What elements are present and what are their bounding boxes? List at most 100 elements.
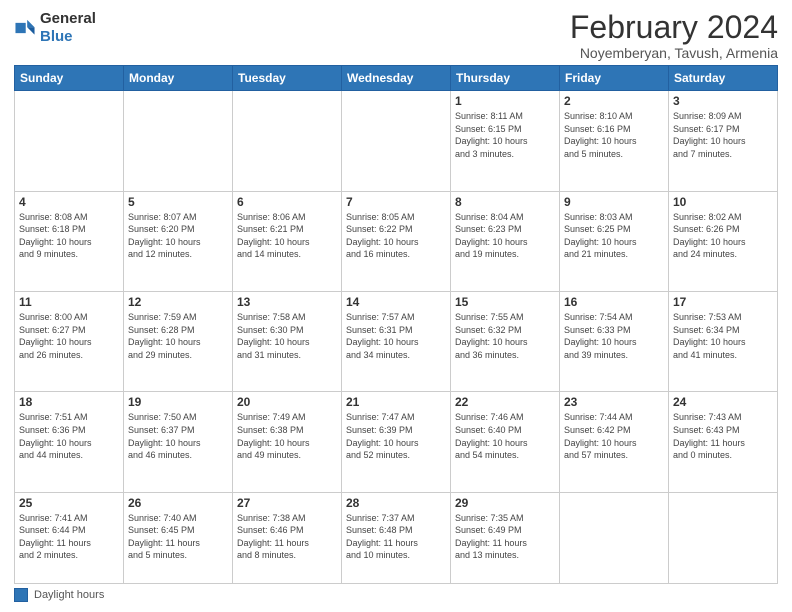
calendar-cell: 9 Sunrise: 8:03 AM Sunset: 6:25 PM Daylig… <box>560 191 669 291</box>
header-wednesday: Wednesday <box>342 66 451 91</box>
calendar-cell: 4 Sunrise: 8:08 AM Sunset: 6:18 PM Daylig… <box>15 191 124 291</box>
legend-box <box>14 588 28 602</box>
main-title: February 2024 <box>570 10 778 45</box>
day-number: 7 <box>346 195 446 209</box>
day-info: Sunrise: 7:49 AM Sunset: 6:38 PM Dayligh… <box>237 411 337 461</box>
day-info: Sunrise: 7:46 AM Sunset: 6:40 PM Dayligh… <box>455 411 555 461</box>
calendar-cell: 18 Sunrise: 7:51 AM Sunset: 6:36 PM Dayli… <box>15 392 124 492</box>
day-info: Sunrise: 7:54 AM Sunset: 6:33 PM Dayligh… <box>564 311 664 361</box>
day-info: Sunrise: 7:38 AM Sunset: 6:46 PM Dayligh… <box>237 512 337 562</box>
calendar-cell: 20 Sunrise: 7:49 AM Sunset: 6:38 PM Dayli… <box>233 392 342 492</box>
day-number: 23 <box>564 395 664 409</box>
day-number: 15 <box>455 295 555 309</box>
day-number: 29 <box>455 496 555 510</box>
calendar-cell: 21 Sunrise: 7:47 AM Sunset: 6:39 PM Dayli… <box>342 392 451 492</box>
day-number: 22 <box>455 395 555 409</box>
day-info: Sunrise: 7:51 AM Sunset: 6:36 PM Dayligh… <box>19 411 119 461</box>
day-number: 14 <box>346 295 446 309</box>
calendar-week-0: 1 Sunrise: 8:11 AM Sunset: 6:15 PM Daylig… <box>15 91 778 191</box>
day-info: Sunrise: 7:57 AM Sunset: 6:31 PM Dayligh… <box>346 311 446 361</box>
logo-text: GeneralBlue <box>40 10 96 46</box>
day-number: 11 <box>19 295 119 309</box>
day-info: Sunrise: 7:59 AM Sunset: 6:28 PM Dayligh… <box>128 311 228 361</box>
day-number: 20 <box>237 395 337 409</box>
calendar-cell: 5 Sunrise: 8:07 AM Sunset: 6:20 PM Daylig… <box>124 191 233 291</box>
day-number: 19 <box>128 395 228 409</box>
calendar-cell <box>560 492 669 583</box>
day-info: Sunrise: 8:07 AM Sunset: 6:20 PM Dayligh… <box>128 211 228 261</box>
calendar-cell: 6 Sunrise: 8:06 AM Sunset: 6:21 PM Daylig… <box>233 191 342 291</box>
day-number: 24 <box>673 395 773 409</box>
calendar-cell: 15 Sunrise: 7:55 AM Sunset: 6:32 PM Dayli… <box>451 291 560 391</box>
header-saturday: Saturday <box>669 66 778 91</box>
calendar-cell: 16 Sunrise: 7:54 AM Sunset: 6:33 PM Dayli… <box>560 291 669 391</box>
day-info: Sunrise: 7:35 AM Sunset: 6:49 PM Dayligh… <box>455 512 555 562</box>
day-number: 5 <box>128 195 228 209</box>
footer: Daylight hours <box>14 588 778 602</box>
calendar-cell: 13Sunrise: 7:58 AM Sunset: 6:30 PM Dayli… <box>233 291 342 391</box>
day-number: 21 <box>346 395 446 409</box>
calendar-cell: 23Sunrise: 7:44 AM Sunset: 6:42 PM Dayli… <box>560 392 669 492</box>
day-number: 25 <box>19 496 119 510</box>
header: GeneralBlue February 2024 Noyemberyan, T… <box>14 10 778 61</box>
day-info: Sunrise: 8:04 AM Sunset: 6:23 PM Dayligh… <box>455 211 555 261</box>
calendar-cell: 17 Sunrise: 7:53 AM Sunset: 6:34 PM Dayli… <box>669 291 778 391</box>
day-number: 13 <box>237 295 337 309</box>
day-info: Sunrise: 7:37 AM Sunset: 6:48 PM Dayligh… <box>346 512 446 562</box>
calendar-cell: 12Sunrise: 7:59 AM Sunset: 6:28 PM Dayli… <box>124 291 233 391</box>
calendar-body: 1 Sunrise: 8:11 AM Sunset: 6:15 PM Daylig… <box>15 91 778 584</box>
header-tuesday: Tuesday <box>233 66 342 91</box>
day-info: Sunrise: 7:53 AM Sunset: 6:34 PM Dayligh… <box>673 311 773 361</box>
day-info: Sunrise: 7:43 AM Sunset: 6:43 PM Dayligh… <box>673 411 773 461</box>
day-info: Sunrise: 8:06 AM Sunset: 6:21 PM Dayligh… <box>237 211 337 261</box>
legend-label: Daylight hours <box>34 589 104 601</box>
calendar-cell: 24 Sunrise: 7:43 AM Sunset: 6:43 PM Dayli… <box>669 392 778 492</box>
day-number: 6 <box>237 195 337 209</box>
day-number: 1 <box>455 94 555 108</box>
day-info: Sunrise: 7:50 AM Sunset: 6:37 PM Dayligh… <box>128 411 228 461</box>
logo-blue: Blue <box>40 28 73 45</box>
day-info: Sunrise: 7:40 AM Sunset: 6:45 PM Dayligh… <box>128 512 228 562</box>
calendar-week-1: 4 Sunrise: 8:08 AM Sunset: 6:18 PM Daylig… <box>15 191 778 291</box>
calendar-cell: 3Sunrise: 8:09 AM Sunset: 6:17 PM Daylig… <box>669 91 778 191</box>
day-number: 16 <box>564 295 664 309</box>
calendar-cell: 26 Sunrise: 7:40 AM Sunset: 6:45 PM Dayli… <box>124 492 233 583</box>
calendar-cell: 8Sunrise: 8:04 AM Sunset: 6:23 PM Daylig… <box>451 191 560 291</box>
calendar-cell: 11 Sunrise: 8:00 AM Sunset: 6:27 PM Dayli… <box>15 291 124 391</box>
day-info: Sunrise: 8:08 AM Sunset: 6:18 PM Dayligh… <box>19 211 119 261</box>
calendar-cell: 10Sunrise: 8:02 AM Sunset: 6:26 PM Dayli… <box>669 191 778 291</box>
calendar-week-3: 18 Sunrise: 7:51 AM Sunset: 6:36 PM Dayli… <box>15 392 778 492</box>
day-number: 17 <box>673 295 773 309</box>
day-number: 18 <box>19 395 119 409</box>
day-number: 26 <box>128 496 228 510</box>
header-sunday: Sunday <box>15 66 124 91</box>
calendar-cell: 2Sunrise: 8:10 AM Sunset: 6:16 PM Daylig… <box>560 91 669 191</box>
header-monday: Monday <box>124 66 233 91</box>
calendar-week-4: 25 Sunrise: 7:41 AM Sunset: 6:44 PM Dayli… <box>15 492 778 583</box>
calendar-cell: 1 Sunrise: 8:11 AM Sunset: 6:15 PM Daylig… <box>451 91 560 191</box>
logo-icon <box>14 17 36 39</box>
calendar-cell <box>669 492 778 583</box>
header-thursday: Thursday <box>451 66 560 91</box>
calendar-cell: 29 Sunrise: 7:35 AM Sunset: 6:49 PM Dayli… <box>451 492 560 583</box>
subtitle: Noyemberyan, Tavush, Armenia <box>570 45 778 61</box>
calendar-cell <box>15 91 124 191</box>
calendar-cell: 22 Sunrise: 7:46 AM Sunset: 6:40 PM Dayli… <box>451 392 560 492</box>
day-number: 2 <box>564 94 664 108</box>
day-info: Sunrise: 7:55 AM Sunset: 6:32 PM Dayligh… <box>455 311 555 361</box>
logo: GeneralBlue <box>14 10 96 46</box>
day-info: Sunrise: 7:47 AM Sunset: 6:39 PM Dayligh… <box>346 411 446 461</box>
day-number: 28 <box>346 496 446 510</box>
day-info: Sunrise: 8:00 AM Sunset: 6:27 PM Dayligh… <box>19 311 119 361</box>
calendar-table: Sunday Monday Tuesday Wednesday Thursday… <box>14 65 778 584</box>
day-number: 4 <box>19 195 119 209</box>
day-info: Sunrise: 8:03 AM Sunset: 6:25 PM Dayligh… <box>564 211 664 261</box>
day-info: Sunrise: 8:11 AM Sunset: 6:15 PM Dayligh… <box>455 110 555 160</box>
day-number: 27 <box>237 496 337 510</box>
calendar-cell: 19 Sunrise: 7:50 AM Sunset: 6:37 PM Dayli… <box>124 392 233 492</box>
calendar-cell <box>124 91 233 191</box>
day-number: 9 <box>564 195 664 209</box>
header-row: Sunday Monday Tuesday Wednesday Thursday… <box>15 66 778 91</box>
calendar-cell <box>233 91 342 191</box>
day-info: Sunrise: 7:41 AM Sunset: 6:44 PM Dayligh… <box>19 512 119 562</box>
